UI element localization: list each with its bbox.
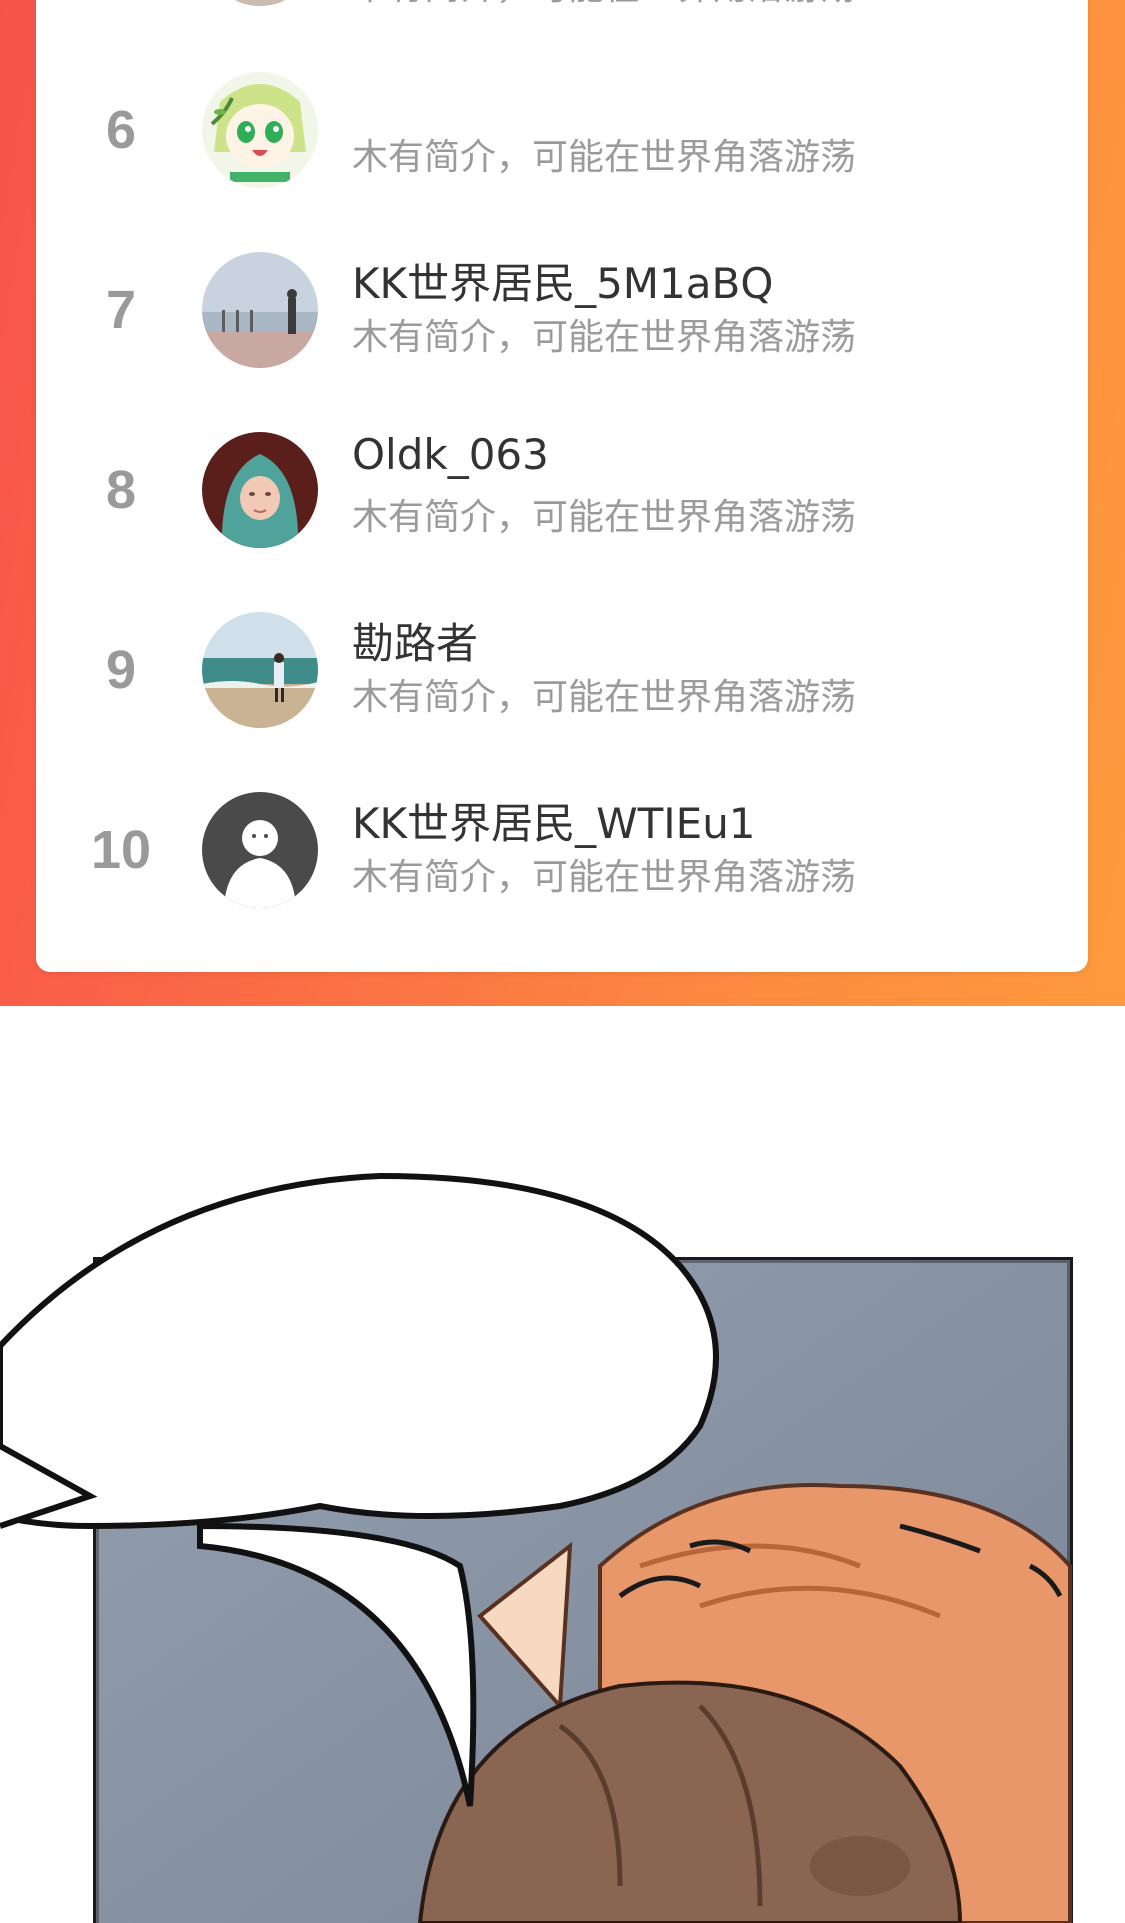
list-item[interactable]: 8 Oldk_063 木有简介，可能在世界角落游荡 <box>36 400 1088 580</box>
user-name: KK世界居民_5M1aBQ <box>352 259 774 308</box>
user-bio: 木有简介，可能在世界角落游荡 <box>352 317 857 358</box>
beach-walker-avatar-icon[interactable] <box>202 612 318 728</box>
seaside-person-avatar-icon[interactable] <box>202 252 318 368</box>
user-bio: 木有简介，可能在世界角落游荡 <box>352 857 857 898</box>
rank-number: 10 <box>90 820 152 880</box>
rank-number: 8 <box>105 460 137 520</box>
user-bio: 木有简介，可能在世界角落游荡 <box>352 0 856 10</box>
ranking-list-card: 木有简介，可能在世界角落游荡 6 木有简介，可 <box>36 0 1088 972</box>
user-bio: 木有简介，可能在世界角落游荡 <box>352 497 857 538</box>
rank-number: 6 <box>105 100 137 160</box>
list-item[interactable]: 6 木有简介，可能在世界角落游荡 <box>36 40 1088 220</box>
anime-girl-avatar-icon[interactable] <box>202 72 318 188</box>
list-item[interactable]: 9 勘路者 木有简介，可能在世界角落游荡 <box>36 580 1088 760</box>
user-name: Oldk_063 <box>352 430 549 479</box>
child-hood-avatar-icon[interactable] <box>202 432 318 548</box>
comic-panel-image <box>0 1172 1073 1923</box>
default-user-avatar-icon[interactable] <box>202 792 318 908</box>
user-name: 勘路者 <box>352 619 479 668</box>
user-avatar-icon[interactable] <box>202 0 318 6</box>
list-item[interactable]: 木有简介，可能在世界角落游荡 <box>36 0 1088 40</box>
user-bio: 木有简介，可能在世界角落游荡 <box>352 137 857 178</box>
user-name: KK世界居民_WTIEu1 <box>352 799 756 848</box>
rank-number: 7 <box>105 280 137 340</box>
rank-number: 9 <box>105 640 137 700</box>
user-bio: 木有简介，可能在世界角落游荡 <box>352 677 857 718</box>
list-item[interactable]: 10 KK世界居民_WTIEu1 木有简介，可能在世界角落游荡 <box>36 760 1088 940</box>
list-item[interactable]: 7 KK世界居民_5M1aBQ 木有简介，可能在世界角落游荡 <box>36 220 1088 400</box>
ranking-section: 木有简介，可能在世界角落游荡 6 木有简介，可 <box>0 0 1125 1006</box>
